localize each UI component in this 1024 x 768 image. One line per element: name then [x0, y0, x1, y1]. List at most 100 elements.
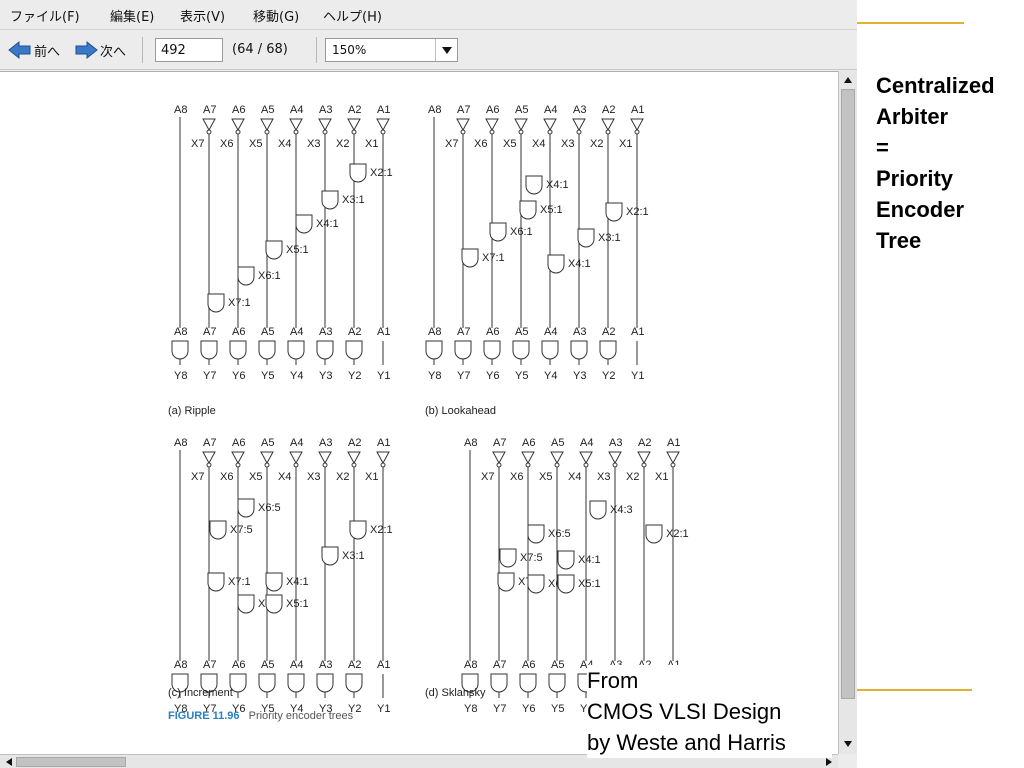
inverted-label: X7 [445, 138, 458, 150]
inverted-label: X2 [336, 138, 349, 150]
node-label: X2:1 [626, 206, 649, 218]
scroll-down-icon[interactable] [841, 737, 855, 751]
and-gate-symbol [525, 175, 543, 195]
document-view[interactable]: A8 A7 A6 A5 A4 A3 A2 A1 X7 X6 X5 X4 X3 X2 X1 X2:1 X3:1 X4… [0, 71, 838, 754]
and-gate-symbol [321, 546, 339, 566]
output-label: Y1 [377, 370, 390, 382]
inverted-label: X5 [249, 138, 262, 150]
input-label: A8 [464, 437, 477, 449]
menu-go[interactable]: 移動(G) [253, 6, 299, 25]
inverter-symbol [202, 118, 216, 132]
toolbar: 前へ 次へ (64 / 68) 150% [0, 30, 857, 70]
node-label: X5:1 [286, 244, 309, 256]
dropdown-arrow-icon[interactable] [435, 39, 457, 61]
and-gate-symbol [425, 340, 443, 360]
menu-edit[interactable]: 編集(E) [110, 6, 154, 25]
input-label: A5 [551, 659, 564, 671]
input-label: A7 [457, 104, 470, 116]
node-label: X4:1 [578, 554, 601, 566]
prev-button[interactable]: 前へ [8, 38, 60, 62]
and-gate-symbol [605, 202, 623, 222]
and-gate-symbol [349, 163, 367, 183]
and-gate-symbol [207, 572, 225, 592]
and-gate-symbol [512, 340, 530, 360]
inverter-symbol [260, 451, 274, 465]
node-label: X7:1 [228, 297, 251, 309]
input-label: A1 [377, 659, 390, 671]
scroll-left-icon[interactable] [2, 755, 16, 768]
input-label: A7 [493, 437, 506, 449]
node-label: X7:1 [482, 252, 505, 264]
node-label: X5:1 [540, 204, 563, 216]
figure-caption: FIGURE 11.96 Priority encoder trees [168, 710, 353, 722]
credit-line: From [587, 668, 639, 693]
output-label: Y1 [377, 703, 390, 715]
page-number-input[interactable] [155, 38, 223, 62]
and-gate-symbol [287, 340, 305, 360]
and-gate-symbol [557, 550, 575, 570]
and-gate-symbol [547, 254, 565, 274]
inverter-bubble [264, 462, 270, 468]
input-label: A1 [631, 104, 644, 116]
and-gate-symbol [527, 524, 545, 544]
and-gate-symbol [316, 340, 334, 360]
menu-view[interactable]: 表示(V) [180, 6, 225, 25]
inverter-bubble [641, 462, 647, 468]
input-label: A6 [232, 104, 245, 116]
input-label: A3 [609, 437, 622, 449]
inverter-bubble [206, 129, 212, 135]
inverter-bubble [583, 462, 589, 468]
horizontal-scroll-thumb[interactable] [16, 757, 126, 767]
inverted-label: X2 [336, 471, 349, 483]
input-label: A7 [203, 437, 216, 449]
input-label: A8 [174, 104, 187, 116]
scroll-up-icon[interactable] [841, 73, 855, 87]
zoom-select[interactable]: 150% [325, 38, 458, 62]
inverter-bubble [612, 462, 618, 468]
output-label: Y8 [464, 703, 477, 715]
and-gate-symbol [570, 340, 588, 360]
inverted-label: X1 [619, 138, 632, 150]
and-gate-symbol [541, 340, 559, 360]
inverter-bubble [322, 129, 328, 135]
input-label: A8 [174, 326, 187, 338]
output-label: Y6 [486, 370, 499, 382]
menu-file[interactable]: ファイル(F) [10, 6, 80, 25]
input-label: A4 [580, 437, 593, 449]
inverter-symbol [550, 451, 564, 465]
inverter-symbol [376, 118, 390, 132]
next-button[interactable]: 次へ [74, 38, 126, 62]
figure-caption-text: Priority encoder trees [248, 710, 354, 722]
title-line: Arbiter [876, 104, 949, 129]
and-gate-symbol [171, 340, 189, 360]
inverter-bubble [576, 129, 582, 135]
menu-help[interactable]: ヘルプ(H) [323, 6, 382, 25]
inverted-label: X3 [307, 471, 320, 483]
inverted-label: X3 [597, 471, 610, 483]
vertical-scroll-thumb[interactable] [841, 89, 855, 699]
input-label: A5 [261, 104, 274, 116]
input-label: A6 [232, 326, 245, 338]
output-label: Y5 [515, 370, 528, 382]
input-label: A1 [377, 326, 390, 338]
output-label: Y8 [174, 370, 187, 382]
input-label: A5 [551, 437, 564, 449]
input-label: A4 [290, 326, 303, 338]
prev-label: 前へ [34, 44, 61, 60]
input-label: A4 [544, 326, 557, 338]
input-label: A2 [348, 659, 361, 671]
panel-label-lookahead: (b) Lookahead [425, 405, 496, 417]
vertical-scrollbar[interactable] [838, 71, 857, 754]
inverted-label: X6 [220, 471, 233, 483]
node-label: X4:1 [286, 576, 309, 588]
inverter-bubble [380, 462, 386, 468]
node-label: X6:1 [510, 226, 533, 238]
inverter-bubble [496, 462, 502, 468]
and-gate-symbol [345, 673, 363, 693]
panel-label-sklansky: (d) Sklansky [425, 687, 486, 699]
node-label: X4:3 [610, 504, 633, 516]
next-label: 次へ [100, 44, 127, 60]
gold-rule-bottom [857, 689, 972, 691]
inverted-label: X5 [539, 471, 552, 483]
input-label: A3 [573, 326, 586, 338]
